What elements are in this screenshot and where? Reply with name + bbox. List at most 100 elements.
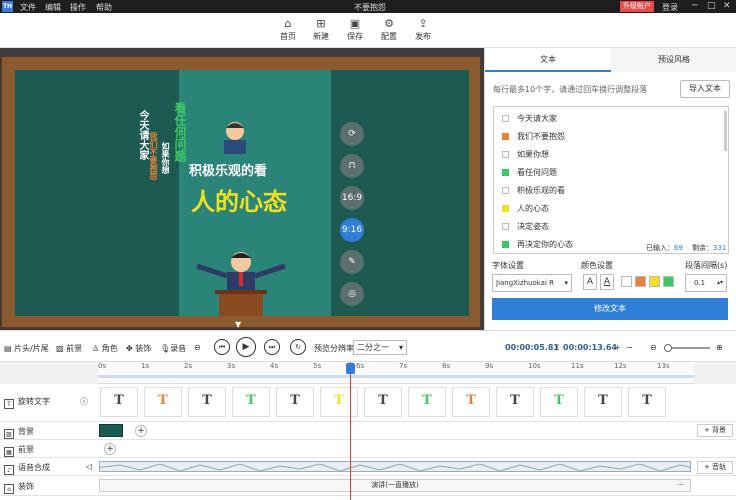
add-background-button[interactable]: + 背景 xyxy=(697,424,733,437)
background-clip[interactable] xyxy=(99,424,123,437)
rotate-button[interactable]: ⟳ xyxy=(340,122,364,146)
collapse-icon[interactable]: ▼ xyxy=(235,320,241,329)
import-text-button[interactable]: 导入文本 xyxy=(680,80,730,98)
decoration-button[interactable]: ✤ 装饰 xyxy=(126,343,151,354)
play-button[interactable]: ▶ xyxy=(236,337,256,357)
add-audio-track-button[interactable]: + 音轨 xyxy=(697,461,733,474)
menu-operation[interactable]: 操作 xyxy=(70,2,86,13)
spacing-stepper[interactable]: 0.1 ▴▾ xyxy=(685,274,727,292)
swatch-green[interactable] xyxy=(663,276,674,287)
text-line-list[interactable]: 今天请大家 我们不要抱怨 如果你想 看任何问题 积极乐观的看 人的心态 决定姿态… xyxy=(493,106,729,254)
list-item[interactable]: 今天请大家 xyxy=(502,113,557,125)
config-button[interactable]: ⚙ 配置 xyxy=(374,17,404,42)
text-clip[interactable]: T xyxy=(144,387,182,417)
modify-text-button[interactable]: 修改文本 xyxy=(492,298,728,320)
timeline-ruler[interactable]: 0s 1s 2s 3s 4s 5s 6s 7s 8s 9s 10s 11s 12… xyxy=(98,362,694,384)
list-scrollbar[interactable] xyxy=(724,111,727,151)
ratio-16-9-button[interactable]: 16:9 xyxy=(340,186,364,210)
swatch-orange[interactable] xyxy=(635,276,646,287)
help-icon[interactable]: ⓘ xyxy=(80,396,88,407)
add-time-icon[interactable]: + xyxy=(614,343,621,352)
track-foreground: ▦ 前景 + xyxy=(0,440,736,458)
text-clip[interactable]: T xyxy=(584,387,622,417)
list-item[interactable]: 再决定你的心态 xyxy=(502,239,573,251)
tick-label: 0s xyxy=(98,362,107,370)
swatch-white[interactable] xyxy=(621,276,632,287)
text-clip[interactable]: T xyxy=(628,387,666,417)
edit-button[interactable]: ✎ xyxy=(340,250,364,274)
font-outline-button[interactable]: A xyxy=(600,274,614,290)
save-button[interactable]: ▣ 保存 xyxy=(340,17,370,42)
character-button[interactable]: ♙ 角色 xyxy=(92,343,118,354)
upgrade-account-button[interactable]: 升级账户 xyxy=(620,1,654,12)
login-button[interactable]: 登录 xyxy=(662,2,678,13)
home-button[interactable]: ⌂ 首页 xyxy=(273,17,303,42)
menu-edit[interactable]: 编辑 xyxy=(45,2,61,13)
more-icon[interactable]: ··· xyxy=(677,480,684,491)
text-clip[interactable]: T xyxy=(188,387,226,417)
list-item[interactable]: 积极乐观的看 xyxy=(502,185,565,197)
add-background-clip-icon[interactable]: + xyxy=(135,425,147,437)
menu-file[interactable]: 文件 xyxy=(20,2,36,13)
playhead-handle[interactable] xyxy=(346,363,355,374)
text-clip[interactable]: T xyxy=(496,387,534,417)
list-item[interactable]: 人的心态 xyxy=(502,203,549,215)
text-clip[interactable]: T xyxy=(364,387,402,417)
text-clip[interactable]: T xyxy=(408,387,446,417)
text-clip[interactable]: T xyxy=(276,387,314,417)
foreground-button[interactable]: ▨ 前景 xyxy=(56,343,82,354)
color-square xyxy=(502,133,509,140)
chalkboard-scene[interactable]: 今天请大家 我们不要抱怨 如果你想 看任何问题 积极乐观的看 人的心态 ⟳ ⊓ … xyxy=(1,56,481,328)
zoom-slider[interactable] xyxy=(664,344,710,352)
record-button[interactable]: 🎙录音 xyxy=(160,343,186,354)
zoom-slider-handle[interactable] xyxy=(664,344,672,352)
head-tail-button[interactable]: ▤ 片头/片尾 xyxy=(4,343,49,354)
swatch-yellow[interactable] xyxy=(649,276,660,287)
remove-time-icon[interactable]: − xyxy=(626,343,633,352)
tab-text[interactable]: 文本 xyxy=(485,48,611,72)
list-item[interactable]: 看任何问题 xyxy=(502,167,557,179)
settings-button[interactable]: ◎ xyxy=(340,282,364,306)
text-clip[interactable]: T xyxy=(100,387,138,417)
minus-circle-icon[interactable]: ⊖ xyxy=(194,343,201,352)
rotate-icon: ⟳ xyxy=(348,129,356,139)
voice-waveform-clip[interactable] xyxy=(99,461,691,472)
canvas-text-2: 我们不要抱怨 xyxy=(149,132,158,180)
speaker-icon[interactable]: ◁ xyxy=(86,462,92,471)
color-square xyxy=(502,115,509,122)
main-toolbar: ⌂ 首页 ⊞ 新建 ▣ 保存 ⚙ 配置 ⇪ 发布 xyxy=(0,13,736,48)
color-square xyxy=(502,241,509,248)
zoom-in-icon[interactable]: ⊕ xyxy=(716,343,723,352)
font-label: 字体设置 xyxy=(492,261,524,270)
prev-button[interactable]: ⏮ xyxy=(214,339,230,355)
list-item[interactable]: 我们不要抱怨 xyxy=(502,131,565,143)
close-icon[interactable]: ✕ xyxy=(723,1,731,11)
text-clip[interactable]: T xyxy=(320,387,358,417)
font-select[interactable]: JiangXizhuokai R ▾ xyxy=(492,274,572,292)
font-color-button[interactable]: A xyxy=(583,274,597,290)
tick-label: 13s xyxy=(657,362,670,370)
add-foreground-clip-icon[interactable]: + xyxy=(104,443,116,455)
minimize-icon[interactable]: ─ xyxy=(692,1,697,11)
list-item[interactable]: 如果你想 xyxy=(502,149,549,161)
publish-button[interactable]: ⇪ 发布 xyxy=(408,17,438,42)
zoom-out-icon[interactable]: ⊖ xyxy=(650,343,657,352)
preview-resolution-select[interactable]: 二分之一 ▾ xyxy=(353,340,407,355)
maximize-icon[interactable]: □ xyxy=(707,1,716,11)
tick-label: 1s xyxy=(141,362,150,370)
decor-clip[interactable]: 演讲(一直播放) ··· xyxy=(99,479,691,492)
canvas-text-4: 看任何问题 xyxy=(173,102,187,162)
text-clip[interactable]: T xyxy=(540,387,578,417)
list-item[interactable]: 决定姿态 xyxy=(502,221,549,233)
tab-preset-style[interactable]: 预设风格 xyxy=(611,48,736,72)
text-clip[interactable]: T xyxy=(452,387,490,417)
next-button[interactable]: ⏭ xyxy=(264,339,280,355)
lock-button[interactable]: ⊓ xyxy=(340,154,364,178)
menu-help[interactable]: 帮助 xyxy=(96,2,112,13)
playhead-line[interactable] xyxy=(350,362,351,500)
replay-button[interactable]: ↻ xyxy=(290,339,306,355)
ratio-9-16-button[interactable]: 9:16 xyxy=(340,218,364,242)
new-button[interactable]: ⊞ 新建 xyxy=(306,17,336,42)
text-clip[interactable]: T xyxy=(232,387,270,417)
stepper-arrows-icon: ▴▾ xyxy=(716,279,723,286)
